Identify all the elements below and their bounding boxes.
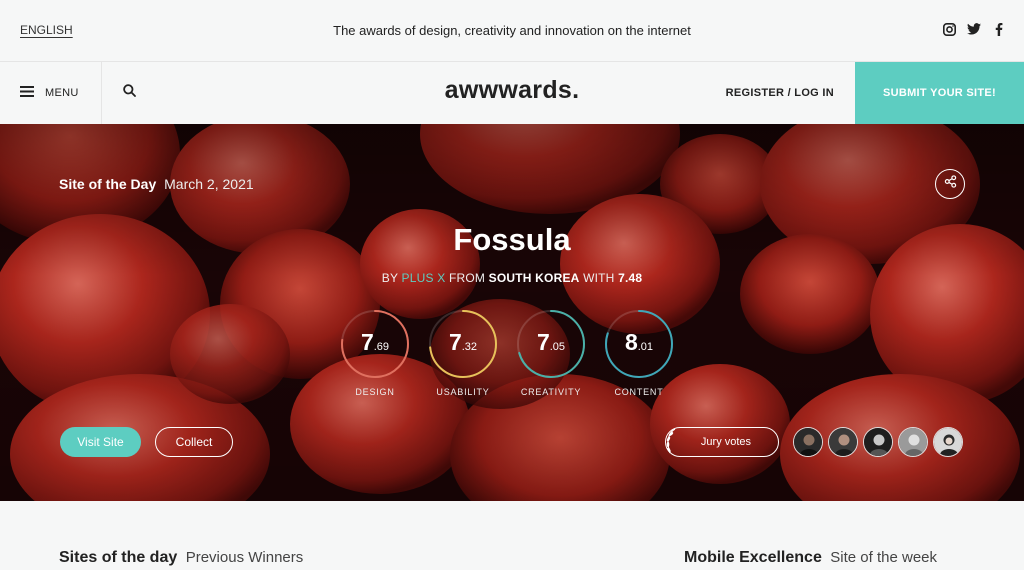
previous-winners-link[interactable]: Previous Winners <box>186 549 304 566</box>
score-ring: 7.05 <box>516 309 586 379</box>
score-ring: 7.69 <box>340 309 410 379</box>
score-decimal: .69 <box>373 341 390 353</box>
tagline: The awards of design, creativity and inn… <box>333 23 691 38</box>
collect-button[interactable]: Collect <box>155 427 233 457</box>
score-content: 8.01 CONTENT <box>604 309 674 397</box>
submit-site-button[interactable]: SUBMIT YOUR SITE! <box>855 62 1024 124</box>
score-integer: 7 <box>536 329 550 355</box>
section-title: Mobile Excellence <box>684 549 822 566</box>
score-label: CREATIVITY <box>520 387 582 397</box>
site-of-the-day-label: Site of the Day March 2, 2021 <box>59 176 254 192</box>
sections-header: Sites of the day Previous Winners Mobile… <box>0 501 1024 570</box>
visit-site-button[interactable]: Visit Site <box>60 427 141 457</box>
score-label: CONTENT <box>614 387 664 397</box>
score-design: 7.69 DESIGN <box>340 309 410 397</box>
social-links <box>942 22 1006 36</box>
score-decimal: .05 <box>549 341 566 353</box>
score-label: DESIGN <box>355 387 395 397</box>
avatar[interactable] <box>898 427 928 457</box>
avatar[interactable] <box>933 427 963 457</box>
country-label: SOUTH KOREA <box>488 271 580 285</box>
twitter-icon[interactable] <box>967 22 981 36</box>
score-rings: 7.69 DESIGN 7.32 USABILITY 7.05 CREATIVI… <box>340 309 674 397</box>
section-title: Sites of the day <box>59 549 178 566</box>
avatar[interactable] <box>828 427 858 457</box>
score-creativity: 7.05 CREATIVITY <box>516 309 586 397</box>
sotd-date: March 2, 2021 <box>164 176 254 192</box>
author-link[interactable]: PLUS X <box>402 271 446 285</box>
jury-votes-button[interactable]: Jury votes <box>665 427 779 457</box>
menu-button[interactable]: MENU <box>0 62 102 124</box>
site-of-the-week-link[interactable]: Site of the week <box>830 549 937 566</box>
score-decimal: .01 <box>637 341 654 353</box>
search-button[interactable] <box>102 62 156 124</box>
score-label: USABILITY <box>436 387 490 397</box>
avatar[interactable] <box>863 427 893 457</box>
sotd-badge: Site of the Day <box>59 176 157 192</box>
hamburger-icon <box>20 84 34 102</box>
site-title: Fossula <box>453 222 571 257</box>
sites-of-the-day-heading: Sites of the day Previous Winners <box>59 549 303 567</box>
total-score: 7.48 <box>618 271 643 285</box>
facebook-icon[interactable] <box>992 22 1006 36</box>
jury-avatars <box>793 427 963 457</box>
search-icon <box>122 84 136 102</box>
share-button[interactable] <box>935 169 965 199</box>
score-decimal: .32 <box>461 341 478 353</box>
main-nav: MENU awwwards. REGISTER / LOG IN SUBMIT … <box>0 62 1024 124</box>
register-login-link[interactable]: REGISTER / LOG IN <box>726 87 834 99</box>
score-usability: 7.32 USABILITY <box>428 309 498 397</box>
score-ring: 8.01 <box>604 309 674 379</box>
mobile-excellence-heading: Mobile Excellence Site of the week <box>684 549 937 567</box>
score-ring: 7.32 <box>428 309 498 379</box>
menu-label: MENU <box>45 87 79 99</box>
by-label: BY <box>381 271 398 285</box>
top-bar: ENGLISH The awards of design, creativity… <box>0 0 1024 62</box>
instagram-icon[interactable] <box>942 22 956 36</box>
hero-banner: Site of the Day March 2, 2021 Fossula BY… <box>0 124 1024 501</box>
share-icon <box>944 175 957 193</box>
score-integer: 7 <box>360 329 374 355</box>
from-label: FROM <box>448 271 486 285</box>
score-integer: 8 <box>624 329 638 355</box>
site-byline: BY PLUS X FROM SOUTH KOREA WITH 7.48 <box>0 271 1024 285</box>
score-integer: 7 <box>448 329 462 355</box>
avatar[interactable] <box>793 427 823 457</box>
with-label: WITH <box>583 271 615 285</box>
